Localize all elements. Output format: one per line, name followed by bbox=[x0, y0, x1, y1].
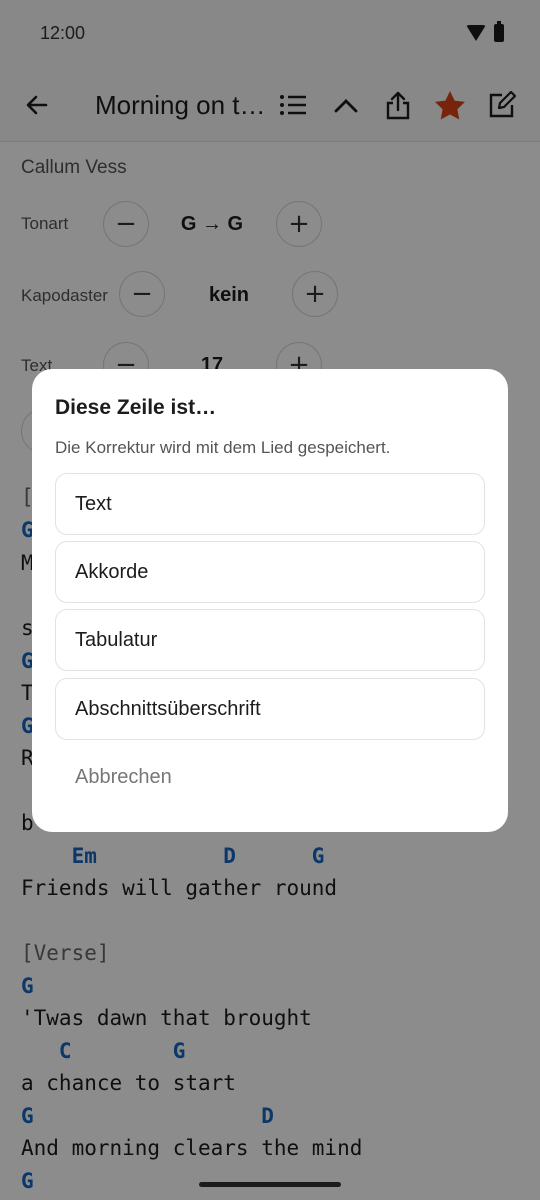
dialog-title: Diese Zeile ist… bbox=[55, 396, 217, 419]
option-label: Tabulatur bbox=[75, 629, 158, 651]
option-label: Text bbox=[75, 493, 112, 515]
line-type-dialog: Diese Zeile ist… Die Korrektur wird mit … bbox=[32, 369, 508, 832]
option-section-heading-button[interactable]: Abschnittsüberschrift bbox=[55, 678, 485, 740]
option-tab-button[interactable]: Tabulatur bbox=[55, 609, 485, 671]
option-text-button[interactable]: Text bbox=[55, 473, 485, 535]
dialog-subtitle: Die Korrektur wird mit dem Lied gespeich… bbox=[55, 438, 391, 457]
cancel-button[interactable]: Abbrechen bbox=[75, 766, 172, 789]
option-label: Abschnittsüberschrift bbox=[75, 698, 261, 720]
gesture-nav-handle[interactable] bbox=[199, 1182, 341, 1187]
option-chords-button[interactable]: Akkorde bbox=[55, 541, 485, 603]
option-label: Akkorde bbox=[75, 561, 149, 583]
